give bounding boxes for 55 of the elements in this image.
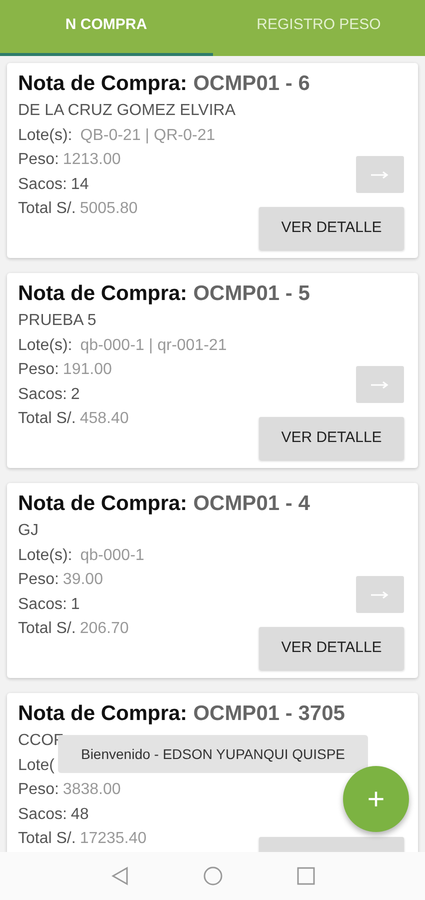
arrow-button[interactable] [356,576,404,613]
lots-label: Lote(s): [18,126,72,146]
total-value: 5005.80 [80,199,138,219]
sacks-label: Sacos: [18,174,67,194]
weight-label: Peso: [18,150,59,170]
sacks-label: Sacos: [18,594,67,614]
note-title: Nota de Compra: [18,491,188,517]
note-number: OCMP01 - 4 [193,491,310,517]
note-number: OCMP01 - 5 [193,281,310,307]
detail-button[interactable]: VER DETALLE [259,627,404,670]
lots-value: qb-000-1 | qr-001-21 [80,336,227,356]
weight-value: 39.00 [62,570,103,590]
supplier-name: DE LA CRUZ GOMEZ ELVIRA [18,101,237,121]
total-label: Total S/. [18,829,76,849]
note-number: OCMP01 - 3705 [193,701,345,727]
weight-label: Peso: [18,570,59,590]
supplier-name: PRUEBA 5 [18,311,98,331]
weight-value: 191.00 [62,360,112,380]
lots-label: Lote(s): [18,546,72,566]
note-title: Nota de Compra: [18,71,188,97]
weight-label: Peso: [18,360,59,380]
total-value: 458.40 [80,409,129,429]
recents-icon[interactable] [296,867,314,885]
sacks-label: Sacos: [18,804,67,824]
total-label: Total S/. [18,619,76,639]
lots-value: qb-000-1 [80,546,144,566]
toast-message: Bienvenido - EDSON YUPANQUI QUISPE [58,735,368,773]
sacks-value: 48 [70,804,89,824]
back-icon[interactable] [110,866,128,886]
total-label: Total S/. [18,199,76,219]
note-number: OCMP01 - 6 [193,71,310,97]
note-title: Nota de Compra: [18,701,188,727]
supplier-name: GJ [18,521,40,541]
total-value: 206.70 [80,619,129,639]
total-label: Total S/. [18,409,76,429]
arrow-right-icon [371,380,389,388]
total-value: 17235.40 [80,829,147,849]
home-icon[interactable] [202,866,222,886]
sacks-value: 1 [70,594,80,614]
detail-button[interactable]: VER DETALLE [259,417,404,460]
sacks-value: 14 [70,174,89,194]
arrow-button[interactable] [356,156,404,193]
lots-label: Lote( [18,756,54,776]
weight-value: 3838.00 [62,780,121,800]
sacks-label: Sacos: [18,384,67,404]
weight-label: Peso: [18,780,59,800]
lots-value: QB-0-21 | QR-0-21 [80,126,216,146]
detail-button[interactable]: VER DETALLE [259,207,404,250]
note-title: Nota de Compra: [18,281,188,307]
arrow-right-icon [371,590,389,598]
weight-value: 1213.00 [62,150,121,170]
arrow-button[interactable] [356,366,404,403]
lots-label: Lote(s): [18,336,72,356]
arrow-right-icon [371,170,389,178]
sacks-value: 2 [70,384,80,404]
